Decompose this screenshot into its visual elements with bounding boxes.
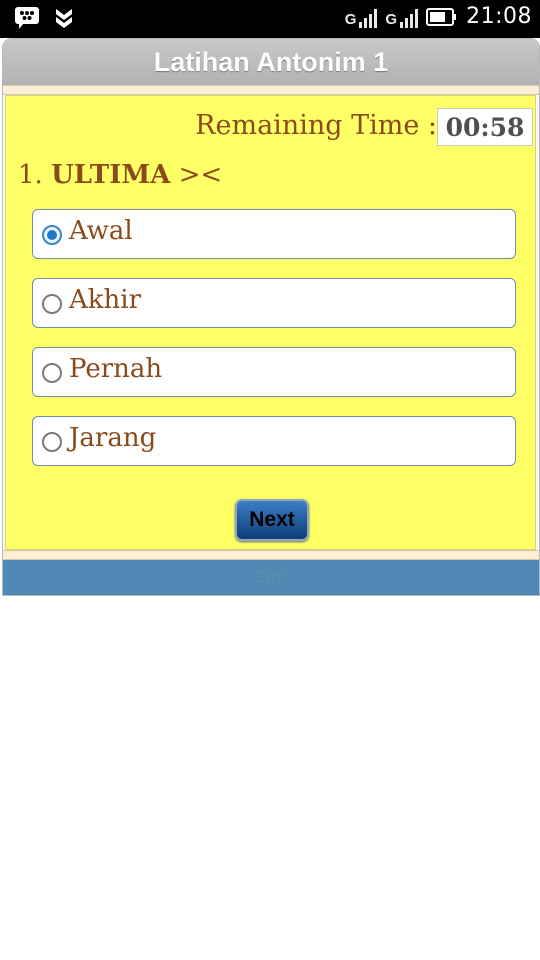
- title-bar: Latihan Antonim 1: [3, 39, 539, 85]
- quiz-content: Remaining Time : 00:58 1. ULTIMA >< Awal…: [5, 95, 536, 550]
- timer-value: 00:58: [437, 108, 533, 146]
- option-label: Pernah: [69, 354, 163, 384]
- radio-button[interactable]: [42, 294, 62, 314]
- page-title: Latihan Antonim 1: [153, 46, 389, 77]
- footer-divider: [3, 550, 539, 560]
- signal-type-label: G: [344, 10, 357, 28]
- question-text: 1. ULTIMA ><: [18, 160, 222, 190]
- header-divider: [3, 85, 539, 95]
- option-label: Akhir: [69, 285, 142, 315]
- timer-label: Remaining Time :: [195, 110, 437, 141]
- status-time: 21:08: [466, 4, 532, 29]
- status-left: [14, 6, 74, 30]
- notification-chevron-icon: [56, 9, 72, 28]
- status-right: G G 21:08: [345, 4, 532, 29]
- signal-icon: [400, 8, 419, 28]
- status-bar: G G 21:08: [0, 0, 540, 38]
- option-jarang[interactable]: Jarang: [32, 416, 516, 466]
- signal-icon: [359, 8, 378, 28]
- radio-button-checked[interactable]: [42, 225, 62, 245]
- battery-icon: [426, 7, 457, 26]
- option-label: Jarang: [69, 423, 157, 453]
- option-awal[interactable]: Awal: [32, 209, 516, 259]
- option-label: Awal: [69, 216, 133, 246]
- bbm-chat-icon: [15, 7, 39, 29]
- signal-indicator-1: G: [345, 6, 378, 28]
- radio-button[interactable]: [42, 432, 62, 452]
- footer-text: Erq": [255, 568, 287, 586]
- signal-type-label: G: [385, 10, 398, 28]
- next-button[interactable]: Next: [235, 499, 309, 541]
- option-akhir[interactable]: Akhir: [32, 278, 516, 328]
- option-pernah[interactable]: Pernah: [32, 347, 516, 397]
- footer-bar: Erq": [3, 560, 539, 595]
- question-word: ULTIMA: [51, 160, 171, 190]
- radio-button[interactable]: [42, 363, 62, 383]
- question-suffix: ><: [178, 160, 223, 190]
- question-number: 1.: [18, 160, 43, 190]
- app-frame: Latihan Antonim 1 Remaining Time : 00:58…: [2, 38, 540, 596]
- signal-indicator-2: G: [385, 6, 419, 28]
